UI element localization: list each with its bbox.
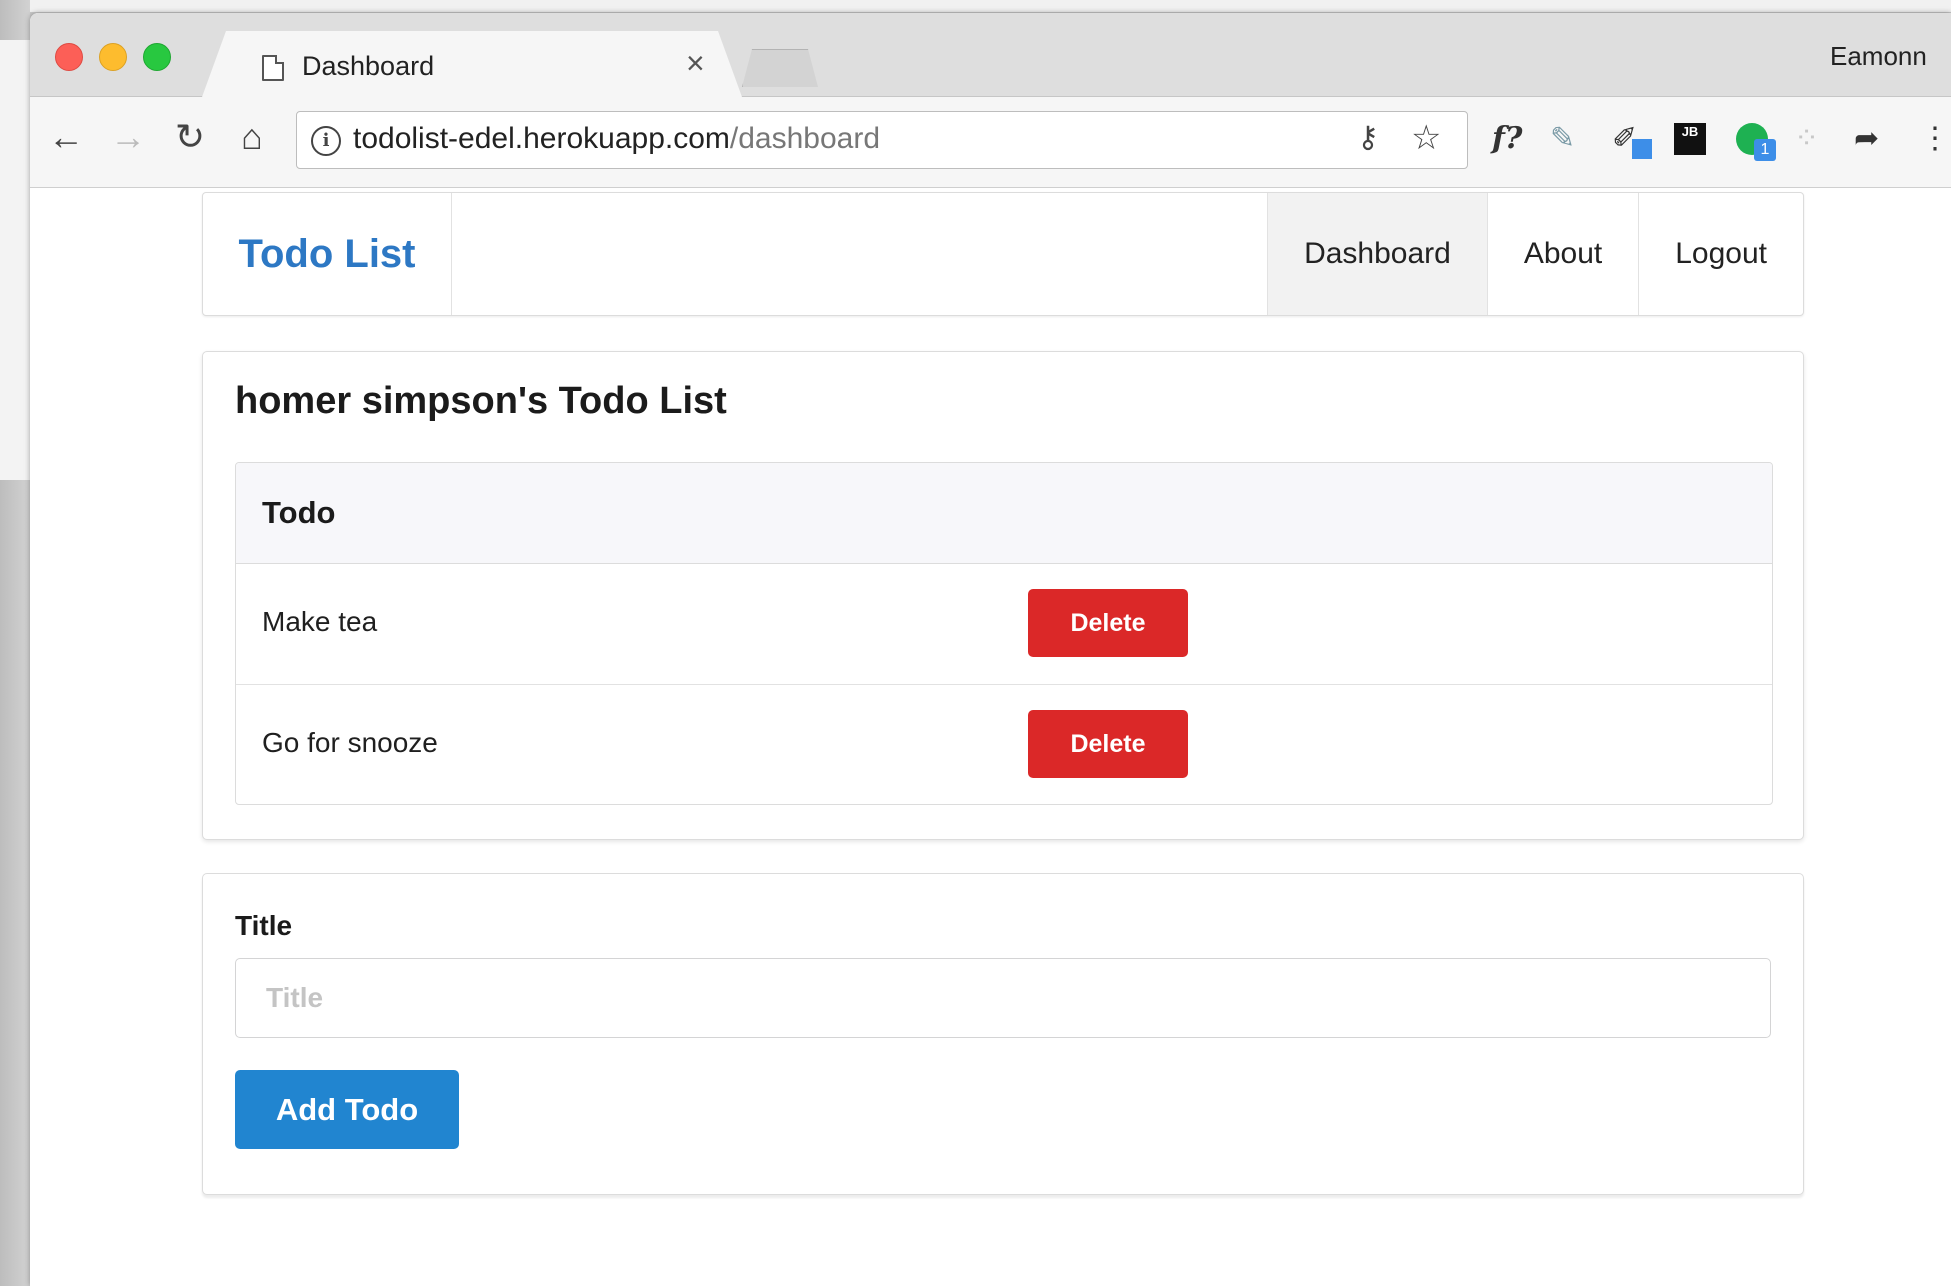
close-window-button[interactable] — [55, 43, 83, 71]
nav-item-logout[interactable]: Logout — [1638, 193, 1803, 315]
todo-list-card: homer simpson's Todo List Todo Make tea … — [202, 351, 1804, 840]
minimize-window-button[interactable] — [99, 43, 127, 71]
brand-link[interactable]: Todo List — [203, 193, 452, 315]
jetbrains-extension-icon[interactable]: JB — [1674, 123, 1706, 155]
delete-button[interactable]: Delete — [1028, 589, 1188, 657]
url-path: /dashboard — [729, 122, 881, 155]
background-window — [0, 40, 30, 480]
browser-toolbar: ← → ↻ ⌂ i todolist-edel.herokuapp.com/da… — [30, 97, 1951, 188]
url-host: todolist-edel.herokuapp.com — [353, 122, 730, 155]
title-input[interactable] — [235, 958, 1771, 1038]
url-text[interactable]: todolist-edel.herokuapp.com/dashboard — [353, 122, 880, 156]
tab-title: Dashboard — [302, 51, 435, 81]
todo-title: Go for snooze — [262, 727, 438, 758]
add-todo-button[interactable]: Add Todo — [235, 1070, 459, 1149]
profile-name[interactable]: Eamonn — [1830, 41, 1927, 72]
forward-arrow-icon[interactable]: → — [106, 115, 150, 159]
app-navbar: Todo List Dashboard About Logout — [202, 192, 1804, 316]
maximize-window-button[interactable] — [143, 43, 171, 71]
extension-badge: 1 — [1754, 139, 1776, 161]
browser-window: Dashboard × Eamonn ← → ↻ ⌂ i todolist-ed… — [30, 13, 1951, 1286]
back-arrow-icon[interactable]: ← — [44, 115, 88, 159]
share-arrow-icon[interactable]: ➦ — [1854, 119, 1879, 159]
dropbox-extension-icon[interactable]: ⁘ — [1794, 119, 1819, 159]
add-todo-form: Title Add Todo — [202, 873, 1804, 1195]
nav-item-dashboard[interactable]: Dashboard — [1267, 193, 1487, 315]
todo-title: Make tea — [262, 606, 378, 637]
browser-menu-icon[interactable]: ⋮ — [1920, 119, 1950, 159]
document-icon — [262, 55, 284, 81]
todo-table: Todo Make tea Delete Go for snooze Delet… — [235, 462, 1773, 805]
browser-titlebar: Dashboard × Eamonn — [30, 13, 1951, 97]
browser-tab-dashboard[interactable]: Dashboard × — [202, 31, 742, 97]
font-identifier-extension-icon[interactable]: f? — [1492, 119, 1522, 159]
bookmark-star-icon[interactable]: ☆ — [1411, 118, 1441, 158]
info-icon[interactable]: i — [311, 126, 341, 156]
column-header-todo: Todo — [262, 495, 336, 530]
title-field-label: Title — [235, 910, 293, 941]
tab-close-icon[interactable]: × — [686, 47, 705, 79]
reload-icon[interactable]: ↻ — [168, 115, 212, 159]
table-row: Make tea Delete — [236, 564, 1772, 685]
table-header: Todo — [236, 463, 1772, 564]
nav-item-about[interactable]: About — [1486, 193, 1638, 315]
key-icon[interactable]: ⚷ — [1357, 120, 1379, 155]
page-title: homer simpson's Todo List — [235, 380, 727, 422]
desktop-background-top — [0, 0, 1951, 12]
home-icon[interactable]: ⌂ — [230, 115, 274, 159]
address-bar[interactable]: i todolist-edel.herokuapp.com/dashboard … — [296, 111, 1468, 169]
eyedropper-extension-icon[interactable]: ✐ — [1612, 119, 1652, 159]
page-content: Todo List Dashboard About Logout homer s… — [30, 188, 1951, 1286]
green-extension-icon[interactable]: 1 — [1736, 123, 1776, 161]
delete-button[interactable]: Delete — [1028, 710, 1188, 778]
tag-extension-icon[interactable]: ✎ — [1550, 119, 1575, 159]
table-row: Go for snooze Delete — [236, 685, 1772, 804]
nav-menu: Dashboard About Logout — [1267, 193, 1803, 315]
new-tab-button[interactable] — [742, 49, 818, 87]
